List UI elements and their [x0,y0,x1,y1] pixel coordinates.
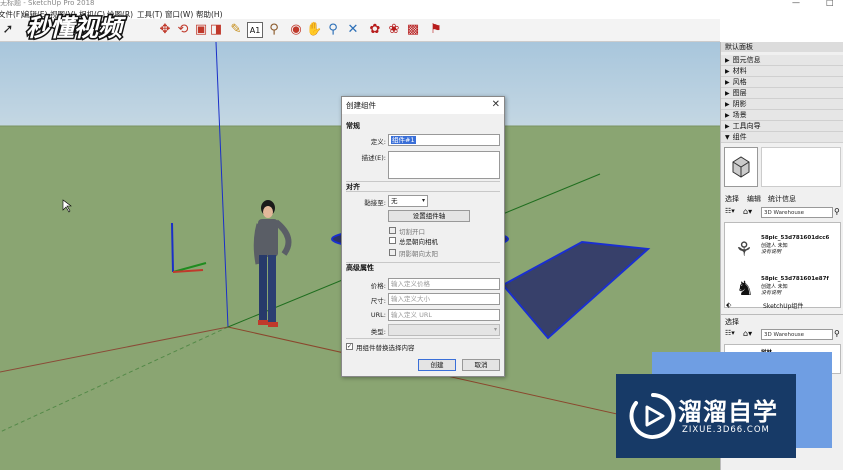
size-input[interactable]: 输入定义大小 [388,293,500,305]
tray-scenes[interactable]: ▶ 场景 [721,110,843,121]
create-component-dialog: 创建组件 ✕ 常规 定义: 组件#1 描述(E): 对齐 黏接至: 无 ▾ 设置组… [341,96,505,377]
description-textarea[interactable] [388,151,500,179]
orbit-icon[interactable]: ◉ [288,22,304,38]
component-desc: 没有说明 [761,249,782,255]
extension-icon[interactable]: ❀ [386,22,402,38]
tab-edit[interactable]: 编辑 [747,194,761,204]
replace-selection-label: 用组件替换选择内容 [356,344,415,352]
collapsed-arrow-icon: ▶ [725,112,730,119]
component-name[interactable]: 58pic_53d781601e87f [761,276,829,282]
cancel-button[interactable]: 取消 [462,359,500,371]
text-icon[interactable]: A1 [247,22,263,38]
collapsed-arrow-icon: ▶ [725,68,730,75]
type-label: 类型: [370,328,386,336]
collection-label: SketchUp组件 [763,303,804,310]
send-icon[interactable]: ⚑ [428,22,444,38]
view-options-icon[interactable]: ☷▾ [725,329,735,337]
glue-to-label: 黏接至: [364,199,386,207]
component-thumbnail-icon[interactable]: ⚘ [731,237,757,265]
miaodong-logo: 秒懂视频 [25,13,129,44]
tray-styles[interactable]: ▶ 风格 [721,77,843,88]
component-preview [724,147,758,187]
watermark-brand: 溜溜自学 [678,398,778,426]
sketchup-logo-icon: ⬖ [726,301,732,309]
offset-icon[interactable]: ◨ [208,22,224,38]
home-icon[interactable]: ⌂▾ [743,329,752,338]
warehouse-icon[interactable]: ✿ [367,22,383,38]
miaodong-logo-text: 秒懂视频 [26,14,127,42]
rotate-icon[interactable]: ⟲ [175,22,191,38]
description-label: 描述(E): [361,154,386,162]
set-component-axes-button[interactable]: 设置组件轴 [388,210,470,222]
component-name[interactable]: 58pic_53d781601dcc6 [761,235,829,241]
component-list: ⚘ 58pic_53d781601dcc6 创建人 未知 没有说明 ♞ 58pi… [724,222,841,308]
component-desc: 没有说明 [761,290,782,296]
create-button[interactable]: 创建 [418,359,456,371]
home-icon[interactable]: ⌂▾ [743,207,752,216]
zoom-icon[interactable]: ⚲ [325,22,341,38]
tray-layers[interactable]: ▶ 图层 [721,88,843,99]
section-general: 常规 [346,122,360,130]
type-select[interactable]: ▾ [388,324,500,336]
zixue-watermark: 溜溜自学 ZIXUE.3D66.COM [616,374,796,458]
cut-opening-checkbox[interactable] [389,227,396,234]
size-label: 尺寸: [370,297,386,305]
definition-input[interactable]: 组件#1 [388,134,500,146]
view-options-icon[interactable]: ☷▾ [725,207,735,215]
tray-materials[interactable]: ▶ 材料 [721,66,843,77]
zoom-extents-icon[interactable]: ✕ [345,22,361,38]
face-camera-label: 总是朝向相机 [399,238,438,246]
collapsed-arrow-icon: ▶ [725,123,730,130]
pan-icon[interactable]: ✋ [306,22,322,38]
replace-selection-checkbox[interactable]: ✓ [346,343,353,350]
collapsed-arrow-icon: ▶ [725,101,730,108]
cut-opening-label: 切割开口 [399,228,425,236]
collapsed-arrow-icon: ▶ [725,79,730,86]
collapsed-arrow-icon: ▶ [725,90,730,97]
watermark-url: ZIXUE.3D66.COM [682,425,770,435]
expanded-arrow-icon: ▼ [725,134,730,141]
tape-measure-icon[interactable]: ✎ [228,22,244,38]
tray-components[interactable]: ▼ 组件 [721,132,843,143]
play-logo-icon [629,393,676,439]
definition-label: 定义: [370,138,386,146]
component-search-input-secondary[interactable]: 3D Warehouse [761,329,833,340]
search-icon[interactable]: ⚲ [834,207,840,216]
minimize-button[interactable]: — [792,0,800,7]
url-label: URL: [370,311,386,319]
component-search-input[interactable]: 3D Warehouse [761,207,833,218]
tab-select[interactable]: 选择 [725,194,739,204]
glue-to-select[interactable]: 无 ▾ [388,195,428,207]
price-label: 价格: [370,282,386,290]
select-icon[interactable]: ➚ [0,22,16,38]
scale-icon[interactable]: ▣ [193,22,209,38]
panel-title: 默认面板 [721,42,843,52]
chevron-down-icon: ▾ [421,197,425,204]
tray-entity-info[interactable]: ▶ 图元信息 [721,55,843,66]
tray-shadows[interactable]: ▶ 阴影 [721,99,843,110]
move-icon[interactable]: ✥ [157,22,173,38]
shadows-face-sun-label: 阴影朝向太阳 [399,250,438,258]
section-advanced: 高级属性 [346,264,374,272]
chevron-down-icon: ▾ [493,326,497,333]
axes-icon[interactable]: ⚲ [266,22,282,38]
search-icon[interactable]: ⚲ [834,329,840,338]
share-icon[interactable]: ▩ [405,22,421,38]
collapsed-arrow-icon: ▶ [725,57,730,64]
maximize-button[interactable]: □ [826,0,834,7]
dialog-title: 创建组件 [342,97,504,114]
shadows-face-sun-checkbox[interactable] [389,249,396,256]
tab-select-secondary[interactable]: 选择 [725,317,739,327]
url-input[interactable]: 输入定义 URL [388,309,500,321]
close-icon[interactable]: ✕ [492,99,500,110]
tray-instructor[interactable]: ▶ 工具向导 [721,121,843,132]
component-thumbnail-icon[interactable]: ♞ [733,276,757,302]
price-input[interactable]: 输入定义价格 [388,278,500,290]
tab-statistics[interactable]: 统计信息 [768,194,796,204]
face-camera-checkbox[interactable] [389,237,396,244]
